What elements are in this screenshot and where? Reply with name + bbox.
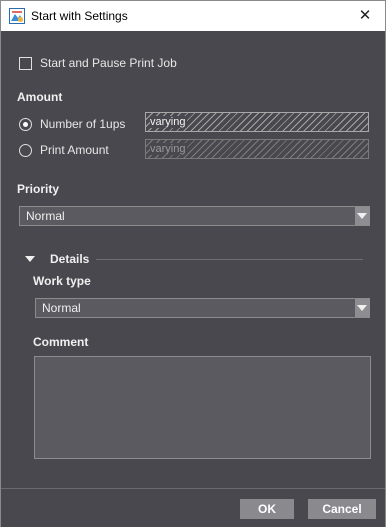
cancel-button[interactable]: Cancel: [308, 499, 376, 519]
close-button[interactable]: ✕: [345, 1, 385, 31]
number-of-1ups-field[interactable]: varying: [145, 112, 369, 132]
print-amount-label[interactable]: Print Amount: [40, 143, 109, 157]
priority-heading: Priority: [17, 182, 60, 196]
app-icon: [9, 8, 25, 24]
print-amount-value: varying: [150, 143, 188, 155]
work-type-value: Normal: [42, 301, 81, 315]
triangle-down-icon[interactable]: [25, 256, 35, 262]
details-divider: [96, 259, 363, 260]
amount-heading: Amount: [17, 90, 63, 104]
start-pause-label[interactable]: Start and Pause Print Job: [40, 56, 177, 70]
work-type-heading: Work type: [33, 274, 91, 288]
number-of-1ups-label[interactable]: Number of 1ups: [40, 117, 125, 131]
ok-button[interactable]: OK: [240, 499, 294, 519]
print-amount-radio[interactable]: [19, 144, 32, 157]
work-type-select[interactable]: Normal: [35, 298, 370, 318]
title-bar: Start with Settings ✕: [1, 1, 385, 31]
chevron-down-icon[interactable]: [355, 299, 369, 317]
dialog-window: Start with Settings ✕ Start and Pause Pr…: [0, 0, 386, 527]
start-pause-checkbox[interactable]: [19, 57, 32, 70]
comment-textarea[interactable]: [34, 356, 371, 459]
comment-heading: Comment: [33, 335, 89, 349]
number-of-1ups-radio[interactable]: [19, 118, 32, 131]
details-heading[interactable]: Details: [50, 252, 89, 266]
chevron-down-icon[interactable]: [355, 207, 369, 225]
close-icon: ✕: [358, 7, 372, 24]
print-amount-field: varying: [145, 139, 369, 159]
dialog-footer: OK Cancel: [1, 488, 385, 527]
number-of-1ups-value: varying: [150, 116, 188, 128]
priority-value: Normal: [26, 209, 65, 223]
priority-select[interactable]: Normal: [19, 206, 370, 226]
window-title: Start with Settings: [31, 9, 128, 23]
dialog-content: Start and Pause Print Job Amount Number …: [1, 31, 385, 488]
